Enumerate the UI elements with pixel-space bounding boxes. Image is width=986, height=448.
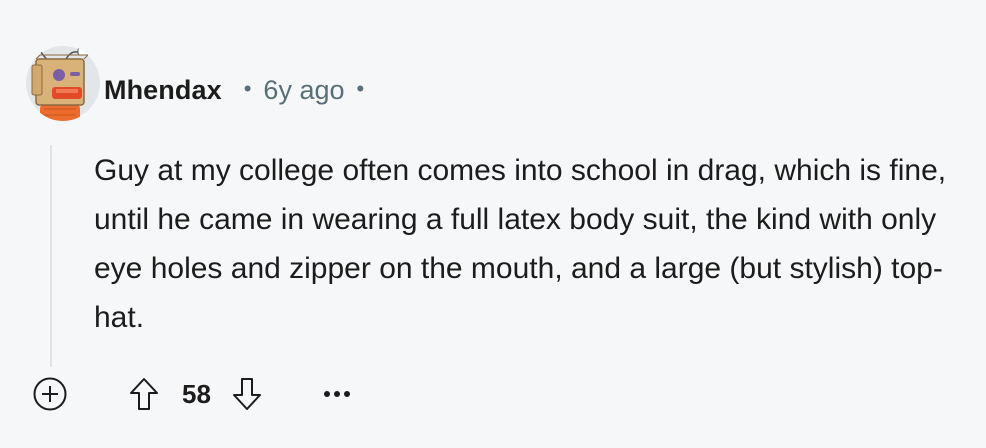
timestamp[interactable]: 6y ago	[263, 75, 344, 106]
robot-avatar-icon	[26, 46, 100, 121]
more-options-button[interactable]	[317, 374, 357, 414]
comment: Mhendax • 6y ago • Guy at my college oft…	[0, 0, 986, 448]
upvote-arrow-icon	[130, 378, 158, 410]
comment-body: Guy at my college often comes into schoo…	[94, 154, 947, 334]
ellipsis-icon	[323, 391, 350, 397]
expand-thread-button[interactable]	[28, 372, 72, 416]
plus-circle-icon	[33, 377, 67, 411]
downvote-arrow-icon	[232, 378, 261, 410]
vote-score: 58	[182, 378, 211, 409]
comment-meta: Mhendax • 6y ago •	[104, 72, 364, 108]
downvote-button[interactable]	[229, 374, 265, 414]
thread-line[interactable]	[50, 145, 52, 367]
user-avatar[interactable]	[26, 45, 100, 121]
upvote-button[interactable]	[126, 374, 162, 414]
comment-actions: 58	[28, 372, 357, 416]
meta-separator: •	[243, 76, 252, 101]
meta-separator-trailing: •	[356, 76, 365, 101]
username-link[interactable]: Mhendax	[104, 75, 222, 106]
